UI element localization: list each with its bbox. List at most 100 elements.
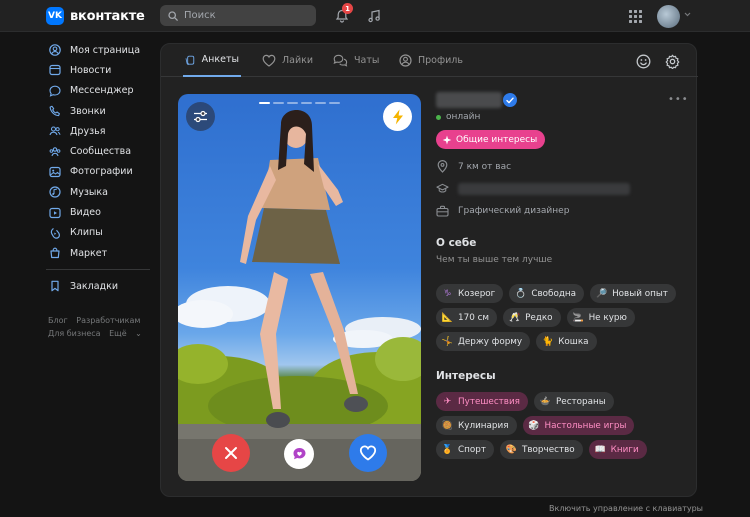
job-row: Графический дизайнер xyxy=(436,204,569,217)
vk-logo[interactable]: VK вконтакте xyxy=(46,7,145,25)
market-icon xyxy=(48,247,61,260)
like-button[interactable] xyxy=(349,434,387,472)
profile-photo[interactable] xyxy=(178,94,421,481)
sidebar-item-photos[interactable]: Фотографии xyxy=(46,162,154,182)
sidebar-item-messenger[interactable]: Мессенджер xyxy=(46,81,154,101)
sidebar-item-label: Видео xyxy=(70,207,101,219)
footer-link-more[interactable]: Ещё ⌄ xyxy=(109,329,148,338)
notification-badge: 1 xyxy=(342,3,353,14)
sidebar-item-video[interactable]: Видео xyxy=(46,202,154,222)
sidebar-item-label: Музыка xyxy=(70,186,108,198)
sidebar-item-calls[interactable]: Звонки xyxy=(46,101,154,121)
top-bar: VK вконтакте 1 xyxy=(0,0,750,32)
photo-progress-indicator xyxy=(259,102,340,104)
chats-icon xyxy=(333,54,348,67)
tab-profile[interactable]: Профиль xyxy=(399,44,463,77)
sidebar-item-label: Моя страница xyxy=(70,44,141,56)
cards-icon xyxy=(185,55,195,65)
sidebar-item-clips[interactable]: Клипы xyxy=(46,223,154,243)
trait-label: Козерог xyxy=(458,288,496,299)
avatar[interactable] xyxy=(657,5,680,28)
heart-icon xyxy=(359,445,377,461)
chevron-down-icon[interactable] xyxy=(684,12,691,17)
keyboard-control-link[interactable]: Включить управление с клавиатуры xyxy=(549,504,703,513)
interest-label: Путешествия xyxy=(458,396,520,407)
music-icon xyxy=(368,9,380,23)
sidebar-item-label: Сообщества xyxy=(70,146,132,158)
about-heading: О себе xyxy=(436,237,477,249)
glasses-icon: 🥂 xyxy=(508,312,521,323)
interest-chip: 🥘 Кулинария xyxy=(436,416,517,435)
sidebar-item-label: Маркет xyxy=(70,247,108,259)
sidebar-item-bookmarks[interactable]: Закладки xyxy=(46,276,154,296)
runner-icon: 🤸 xyxy=(441,336,454,347)
tab-likes[interactable]: Лайки xyxy=(262,44,313,77)
job-text: Графический дизайнер xyxy=(458,205,570,216)
search-input[interactable] xyxy=(184,10,304,21)
message-icon xyxy=(48,84,61,97)
profile-name-blurred xyxy=(436,92,502,108)
ring-icon: 💍 xyxy=(515,288,527,299)
sidebar-item-label: Фотографии xyxy=(70,166,133,178)
dating-panel: Анкеты Лайки Чаты Профиль ••• онлайн Общ… xyxy=(160,43,698,497)
boost-button[interactable] xyxy=(383,102,412,131)
settings-button[interactable] xyxy=(663,52,681,70)
palette-icon: 🎨 xyxy=(505,444,518,455)
gear-icon xyxy=(665,54,679,69)
traits-list: ♑ Козерог 💍 Свободна 🔎 Новый опыт 📐 170 см 🥂… xyxy=(436,284,688,351)
profile-photo-image xyxy=(178,110,421,481)
dislike-button[interactable] xyxy=(212,434,250,472)
filters-button[interactable] xyxy=(186,102,215,131)
sidebar-item-market[interactable]: Маркет xyxy=(46,243,154,263)
verified-icon xyxy=(503,93,517,107)
graduation-cap-icon xyxy=(436,182,449,195)
book-icon: 📖 xyxy=(594,444,606,455)
trait-label: Не курю xyxy=(588,312,627,323)
send-message-button[interactable] xyxy=(284,439,314,469)
magnifier-icon: 🔎 xyxy=(595,288,608,299)
trait-label: Держу форму xyxy=(458,336,523,347)
common-interests-button[interactable]: Общие интересы xyxy=(436,130,546,149)
interest-label: Книги xyxy=(610,444,639,455)
tab-label: Чаты xyxy=(354,55,380,66)
emoji-button[interactable] xyxy=(634,52,652,70)
interests-list: ✈ Путешествия 🍲 Рестораны 🥘 Кулинария 🎲 Наст… xyxy=(436,392,688,459)
common-interests-label: Общие интересы xyxy=(456,134,538,145)
cooking-icon: 🥘 xyxy=(441,420,454,431)
notifications-button[interactable]: 1 xyxy=(333,3,353,25)
medal-icon: 🏅 xyxy=(441,444,454,455)
briefcase-icon xyxy=(436,204,449,217)
search-box[interactable] xyxy=(160,5,316,26)
education-blurred xyxy=(458,182,630,195)
vk-logo-mark: VK xyxy=(46,7,64,25)
sidebar-footer-links: Блог Разработчикам Для бизнеса Ещё ⌄ xyxy=(48,314,158,340)
dice-icon: 🎲 xyxy=(528,420,540,431)
dish-icon: 🍲 xyxy=(539,396,552,407)
interest-chip-common: ✈ Путешествия xyxy=(436,392,528,411)
apps-button[interactable] xyxy=(626,7,644,25)
sidebar-item-news[interactable]: Новости xyxy=(46,60,154,80)
interest-chip-common: 📖 Книги xyxy=(588,440,647,459)
footer-link-business[interactable]: Для бизнеса xyxy=(48,329,101,338)
interest-chip-common: 🎲 Настольные игры xyxy=(522,416,635,435)
online-dot-icon xyxy=(436,114,441,120)
trait-label: Кошка xyxy=(558,336,589,347)
footer-link-developers[interactable]: Разработчикам xyxy=(76,316,140,325)
tab-chats[interactable]: Чаты xyxy=(333,44,379,77)
plane-icon: ✈ xyxy=(443,396,452,407)
video-icon xyxy=(48,206,61,219)
sidebar-item-label: Закладки xyxy=(70,280,119,292)
trait-chip: ♑ Козерог xyxy=(436,284,504,303)
sidebar-item-my-page[interactable]: Моя страница xyxy=(46,40,154,60)
footer-link-blog[interactable]: Блог xyxy=(48,316,68,325)
interest-chip: 🍲 Рестораны xyxy=(533,392,614,411)
music-player-button[interactable] xyxy=(365,7,383,25)
sidebar-item-communities[interactable]: Сообщества xyxy=(46,141,154,161)
more-options-button[interactable]: ••• xyxy=(668,94,689,105)
sidebar-item-friends[interactable]: Друзья xyxy=(46,121,154,141)
smile-icon xyxy=(636,54,650,68)
sidebar-item-music[interactable]: Музыка xyxy=(46,182,154,202)
sidebar-divider xyxy=(46,269,150,271)
phone-icon xyxy=(48,105,61,118)
tab-profiles[interactable]: Анкеты xyxy=(183,44,241,77)
